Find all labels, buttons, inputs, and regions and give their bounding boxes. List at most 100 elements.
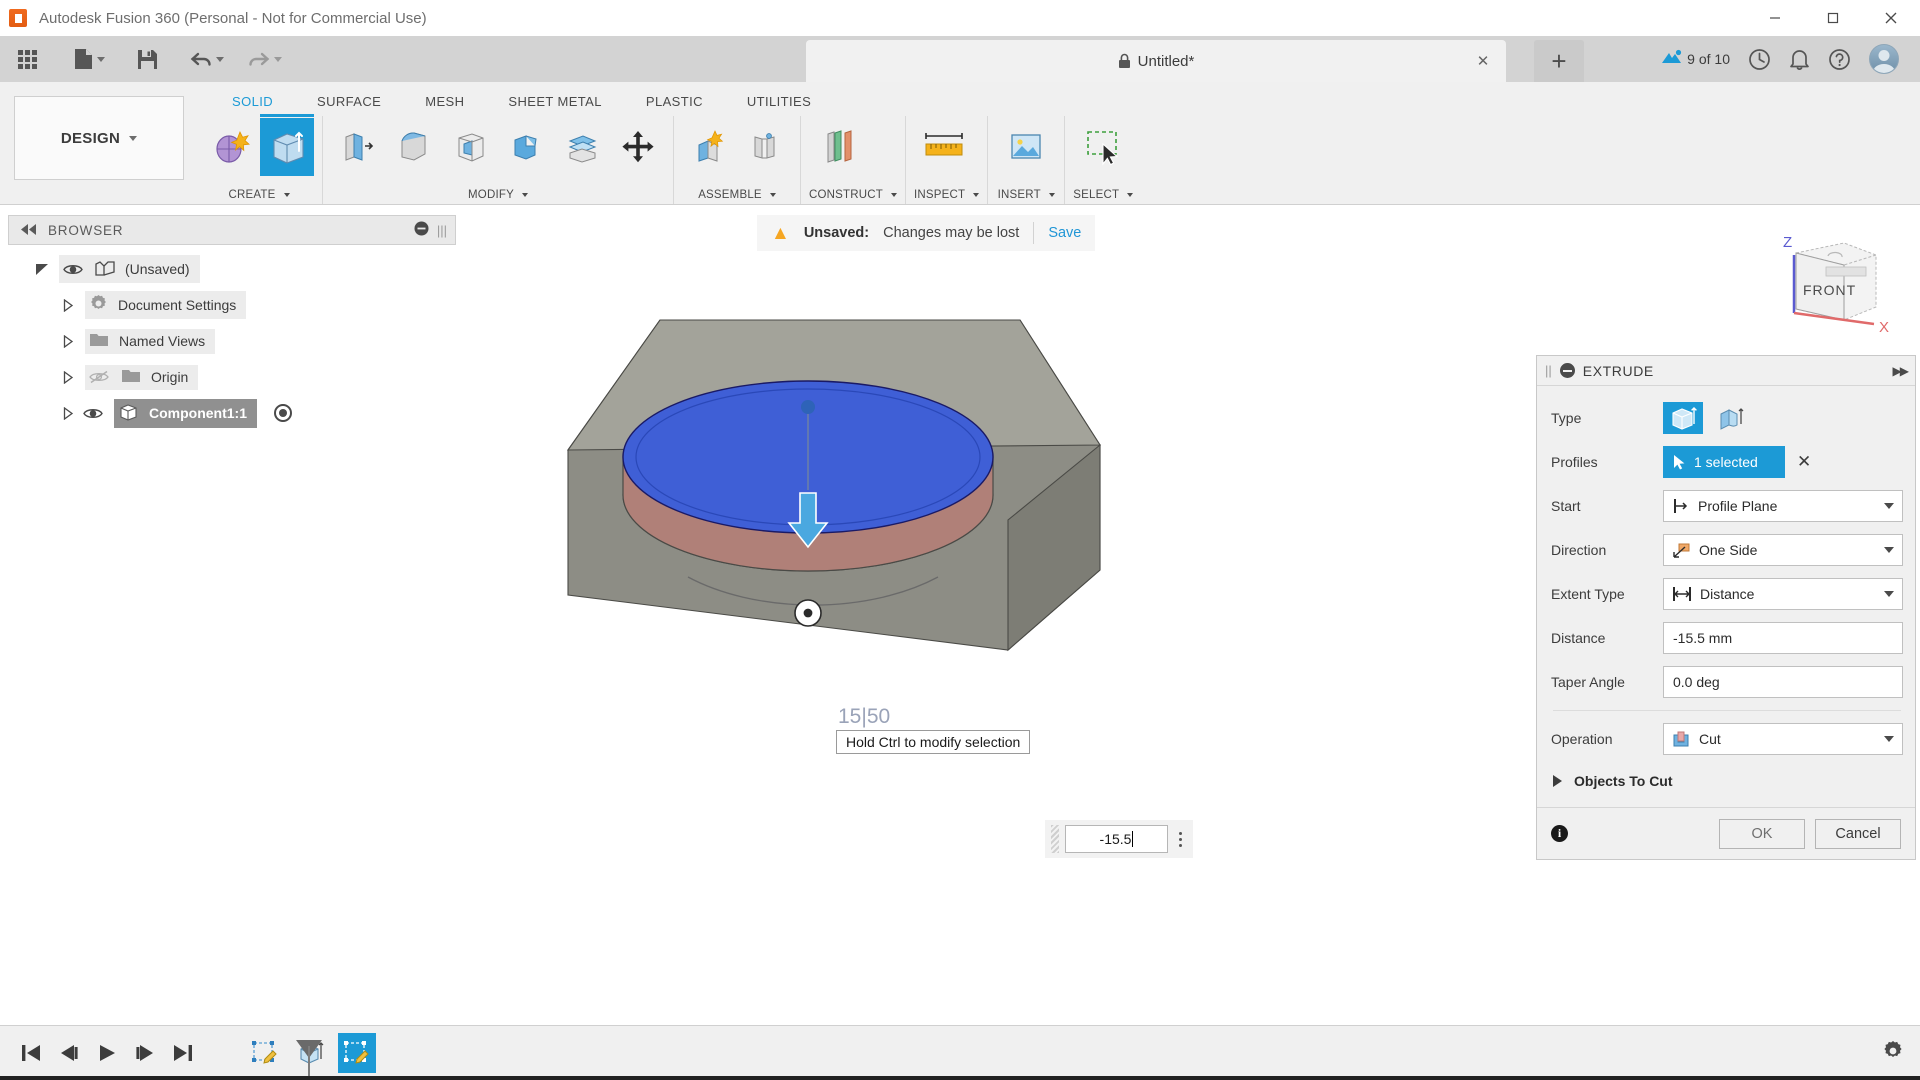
warning-triangle-icon: ▲ bbox=[771, 222, 790, 244]
objects-to-cut-section[interactable]: Objects To Cut bbox=[1551, 761, 1903, 801]
bell-icon[interactable] bbox=[1780, 36, 1819, 82]
save-link[interactable]: Save bbox=[1048, 225, 1081, 241]
group-label-assemble[interactable]: ASSEMBLE bbox=[682, 189, 792, 204]
redo-icon[interactable] bbox=[241, 42, 289, 76]
insert-image-icon[interactable] bbox=[996, 118, 1056, 176]
jobs-count-label: 9 of 10 bbox=[1687, 51, 1730, 67]
profiles-clear-icon[interactable]: ✕ bbox=[1793, 452, 1815, 472]
tab-mesh[interactable]: MESH bbox=[403, 90, 486, 115]
taper-angle-label: Taper Angle bbox=[1551, 674, 1625, 690]
group-label-insert[interactable]: INSERT bbox=[996, 189, 1056, 204]
tab-solid[interactable]: SOLID bbox=[210, 90, 295, 115]
app-grid-icon[interactable] bbox=[10, 42, 45, 76]
expand-twisty-icon[interactable] bbox=[60, 369, 76, 385]
save-icon[interactable] bbox=[130, 42, 165, 76]
maximize-button[interactable] bbox=[1804, 0, 1862, 36]
new-tab-button[interactable]: + bbox=[1534, 40, 1584, 82]
extrude-thin-icon[interactable] bbox=[1711, 402, 1751, 434]
expand-twisty-icon[interactable] bbox=[60, 297, 76, 313]
skip-start-icon[interactable] bbox=[12, 1033, 50, 1073]
offset-face-icon[interactable] bbox=[555, 118, 609, 176]
cancel-button[interactable]: Cancel bbox=[1815, 818, 1901, 849]
minus-circle-icon[interactable] bbox=[1559, 363, 1575, 378]
workspace-selector[interactable]: DESIGN bbox=[14, 96, 184, 180]
jobs-status-icon[interactable]: 9 of 10 bbox=[1651, 36, 1739, 82]
expand-right-icon[interactable]: ▶▶ bbox=[1893, 364, 1910, 378]
taper-angle-input[interactable]: 0.0 deg bbox=[1663, 666, 1903, 698]
offset-plane-icon[interactable] bbox=[809, 118, 869, 176]
select-icon[interactable] bbox=[1073, 118, 1133, 176]
new-component-icon[interactable] bbox=[682, 118, 736, 176]
minimize-button[interactable] bbox=[1746, 0, 1804, 36]
group-label-modify[interactable]: MODIFY bbox=[331, 189, 665, 204]
avatar[interactable] bbox=[1860, 36, 1920, 82]
play-icon[interactable] bbox=[88, 1033, 126, 1073]
timeline-settings-gear-icon[interactable] bbox=[1882, 1040, 1904, 1067]
dialog-drag-handle[interactable]: || bbox=[1545, 363, 1552, 378]
3d-model-body[interactable] bbox=[560, 305, 1160, 725]
browser-resize-handle[interactable]: ||| bbox=[437, 223, 447, 238]
fillet-icon[interactable] bbox=[387, 118, 441, 176]
step-forward-icon[interactable] bbox=[126, 1033, 164, 1073]
distance-input[interactable]: -15.5 mm bbox=[1663, 622, 1903, 654]
extrude-dialog-header[interactable]: || EXTRUDE ▶▶ bbox=[1537, 356, 1915, 386]
ok-button[interactable]: OK bbox=[1719, 818, 1805, 849]
expand-twisty-icon[interactable] bbox=[60, 405, 76, 421]
timeline-feature-sketch[interactable] bbox=[246, 1033, 284, 1073]
dimension-drag-handle[interactable] bbox=[1051, 825, 1059, 853]
tree-node-origin[interactable]: Origin bbox=[8, 359, 456, 395]
tree-node-component1[interactable]: Component1:1 bbox=[8, 395, 456, 431]
group-label-select[interactable]: SELECT bbox=[1073, 189, 1134, 204]
dimension-input[interactable]: -15.5 bbox=[1065, 825, 1168, 853]
tab-sheet-metal[interactable]: SHEET METAL bbox=[486, 90, 624, 115]
skip-end-icon[interactable] bbox=[164, 1033, 202, 1073]
new-document-icon[interactable] bbox=[67, 42, 112, 76]
tree-node-named-views[interactable]: Named Views bbox=[8, 323, 456, 359]
timeline-playhead-line bbox=[308, 1046, 310, 1080]
document-tab-close-icon[interactable]: ✕ bbox=[1474, 52, 1492, 70]
visibility-eye-icon[interactable] bbox=[63, 261, 85, 277]
tree-node-document-settings[interactable]: Document Settings bbox=[8, 287, 456, 323]
start-dropdown[interactable]: Profile Plane bbox=[1663, 490, 1903, 522]
group-label-create[interactable]: CREATE bbox=[204, 189, 314, 204]
visibility-hidden-eye-icon[interactable] bbox=[89, 369, 111, 385]
create-sketch-icon[interactable] bbox=[204, 118, 258, 176]
expand-triangle-icon[interactable] bbox=[1553, 775, 1562, 787]
combine-icon[interactable] bbox=[499, 118, 553, 176]
info-icon[interactable]: i bbox=[1551, 825, 1568, 842]
extrude-profile-icon[interactable] bbox=[1663, 402, 1703, 434]
tab-utilities[interactable]: UTILITIES bbox=[725, 90, 833, 115]
activate-component-radio[interactable] bbox=[274, 404, 292, 422]
move-copy-icon[interactable] bbox=[611, 118, 665, 176]
profiles-selection-chip[interactable]: 1 selected bbox=[1663, 446, 1785, 478]
document-tab[interactable]: Untitled* ✕ bbox=[806, 40, 1506, 82]
tab-plastic[interactable]: PLASTIC bbox=[624, 90, 725, 115]
dimension-input-group[interactable]: -15.5 bbox=[1045, 820, 1193, 858]
operation-dropdown[interactable]: Cut bbox=[1663, 723, 1903, 755]
tab-surface[interactable]: SURFACE bbox=[295, 90, 403, 115]
collapse-left-icon[interactable] bbox=[21, 222, 37, 238]
tree-node-component1-pill[interactable]: Component1:1 bbox=[114, 398, 257, 428]
press-pull-icon[interactable] bbox=[331, 118, 385, 176]
joint-icon[interactable] bbox=[738, 118, 792, 176]
expand-twisty-icon[interactable] bbox=[34, 261, 50, 277]
clock-history-icon[interactable] bbox=[1739, 36, 1780, 82]
extrude-icon[interactable] bbox=[260, 114, 314, 176]
minus-circle-icon[interactable] bbox=[414, 221, 429, 239]
help-question-icon[interactable] bbox=[1819, 36, 1860, 82]
group-label-construct[interactable]: CONSTRUCT bbox=[809, 189, 897, 204]
undo-icon[interactable] bbox=[183, 42, 231, 76]
direction-dropdown[interactable]: One Side bbox=[1663, 534, 1903, 566]
close-button[interactable] bbox=[1862, 0, 1920, 36]
visibility-eye-icon[interactable] bbox=[83, 405, 105, 421]
extent-type-dropdown[interactable]: Distance bbox=[1663, 578, 1903, 610]
view-cube[interactable]: FRONT Z X bbox=[1766, 225, 1898, 345]
tree-node-unsaved[interactable]: (Unsaved) bbox=[8, 251, 456, 287]
expand-twisty-icon[interactable] bbox=[60, 333, 76, 349]
group-label-inspect[interactable]: INSPECT bbox=[914, 189, 980, 204]
shell-icon[interactable] bbox=[443, 118, 497, 176]
measure-icon[interactable] bbox=[914, 118, 974, 176]
step-back-icon[interactable] bbox=[50, 1033, 88, 1073]
timeline-feature-sketch-edit[interactable] bbox=[338, 1033, 376, 1073]
dimension-more-icon[interactable] bbox=[1174, 831, 1187, 847]
